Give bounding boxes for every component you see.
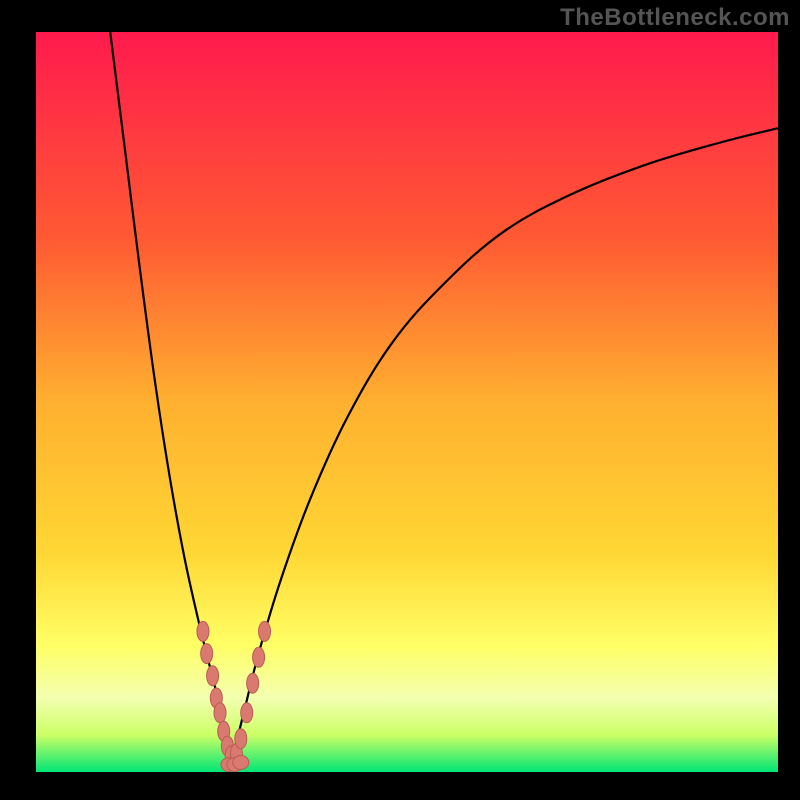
data-marker [253, 647, 265, 667]
data-marker [207, 666, 219, 686]
plot-area [36, 32, 778, 772]
data-marker [259, 621, 271, 641]
data-marker [247, 673, 259, 693]
data-marker [214, 703, 226, 723]
watermark-text: TheBottleneck.com [560, 4, 790, 32]
data-marker [197, 621, 209, 641]
data-marker [201, 644, 213, 664]
chart-container: { "watermark": "TheBottleneck.com", "col… [0, 0, 800, 800]
bottleneck-chart [0, 0, 800, 800]
data-marker [241, 703, 253, 723]
data-marker [235, 729, 247, 749]
data-marker [233, 755, 249, 769]
